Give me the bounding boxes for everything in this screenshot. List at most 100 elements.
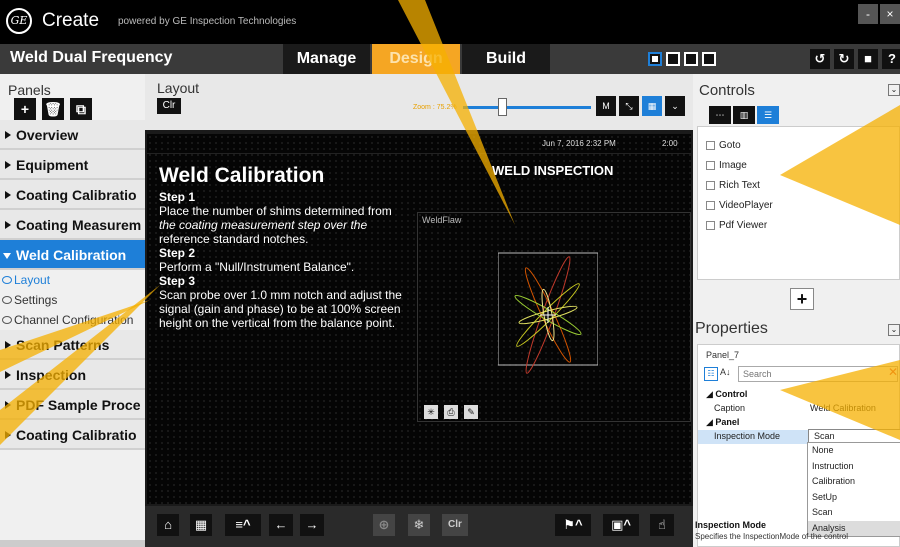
horizontal-scrollbar[interactable] [0, 540, 145, 547]
panel-item-coating-calibration-2[interactable]: Coating Calibratio [0, 420, 145, 450]
panel-item-overview[interactable]: Overview [0, 120, 145, 150]
controls-list: Goto Image Rich Text VideoPlayer Pdf Vie… [697, 126, 900, 280]
tab-build[interactable]: Build [462, 44, 550, 74]
clear-button[interactable]: Clr [157, 98, 181, 114]
inspection-mode-value: Scan [814, 431, 835, 441]
chevron-down-icon[interactable]: ⌄ [665, 96, 685, 116]
controls-collapse-icon[interactable]: ⌄ [888, 84, 900, 96]
panel-tools: + 🗑 ⧉ [14, 98, 92, 120]
control-item-videoplayer[interactable]: VideoPlayer [706, 195, 899, 215]
option-instruction[interactable]: Instruction [808, 459, 900, 475]
control-label: Pdf Viewer [719, 219, 768, 231]
list-view-icon[interactable]: ☰ [757, 106, 779, 124]
undo-icon[interactable]: ↺ [810, 49, 830, 69]
redo-icon[interactable]: ↻ [834, 49, 854, 69]
grid-menu-icon[interactable]: ▦ [190, 514, 212, 536]
option-setup[interactable]: SetUp [808, 490, 900, 506]
toolbar-actions: ↺ ↻ ■ ? [810, 49, 900, 69]
stage-bottom-bar: ⌂ ▦ ≡^ ← → ⊕ ❄ Clr ⚑^ ▣^ ☝ [145, 506, 693, 547]
tab-manage[interactable]: Manage [283, 44, 370, 74]
weld-inspection-heading: WELD INSPECTION [492, 163, 614, 178]
clear-stage-button[interactable]: Clr [442, 514, 468, 536]
help-icon[interactable]: ? [882, 49, 900, 69]
layout-option-3-icon[interactable] [684, 52, 698, 66]
close-button[interactable]: × [880, 4, 900, 24]
layout-single-icon[interactable] [648, 52, 662, 66]
property-search-input[interactable] [738, 366, 898, 382]
checkbox[interactable] [706, 220, 715, 230]
panel-item-weld-calibration[interactable]: Weld Calibration [0, 240, 145, 270]
subitem-layout[interactable]: Layout [0, 270, 145, 290]
arrow-right-icon[interactable]: → [300, 514, 324, 536]
tiles-view-icon[interactable]: ⋯ [709, 106, 731, 124]
pen-icon[interactable]: ✎ [464, 405, 478, 419]
minimize-button[interactable]: - [858, 4, 878, 24]
ge-logo: GE [6, 8, 32, 34]
chart-view-icon[interactable]: ▥ [733, 106, 755, 124]
camera-icon[interactable]: ▣^ [603, 514, 639, 536]
zoom-slider-handle[interactable] [498, 98, 508, 116]
option-none[interactable]: None [808, 443, 900, 459]
control-item-image[interactable]: Image [706, 155, 899, 175]
checkbox[interactable] [706, 200, 715, 210]
snowflake-button-icon[interactable]: ❄ [408, 514, 430, 536]
fit-screen-icon[interactable]: ⤡ [619, 96, 639, 116]
property-key: Inspection Mode [714, 431, 781, 441]
clear-search-icon[interactable]: ✕ [888, 365, 898, 379]
panel-stage[interactable]: Jun 7, 2016 2:32 PM 2:00 Weld Calibratio… [147, 134, 691, 504]
control-item-pdf-viewer[interactable]: Pdf Viewer [706, 215, 899, 235]
panel-item-equipment[interactable]: Equipment [0, 150, 145, 180]
arrow-left-icon[interactable]: ← [269, 514, 293, 536]
zoom-label: Zoom : 75.2% [413, 104, 457, 111]
layout-option-2-icon[interactable] [666, 52, 680, 66]
alphabetical-sort-icon[interactable]: A↓ [720, 367, 731, 377]
option-scan[interactable]: Scan [808, 505, 900, 521]
panel-item-scan-patterns[interactable]: Scan Patterns [0, 330, 145, 360]
grid-icon[interactable]: ▦ [642, 96, 662, 116]
category-control[interactable]: ◢ Control [706, 389, 747, 400]
properties-collapse-icon[interactable]: ⌄ [888, 324, 900, 336]
property-description-text: Specifies the InspectionMode of the cont… [695, 532, 848, 541]
printer-icon[interactable]: ⎙ [444, 405, 458, 419]
home-icon[interactable]: ⌂ [157, 514, 179, 536]
copy-panel-icon[interactable]: ⧉ [70, 98, 92, 120]
snowflake-icon[interactable]: ✳ [424, 405, 438, 419]
categorized-sort-icon[interactable]: ☷ [704, 367, 718, 381]
control-item-rich-text[interactable]: Rich Text [706, 175, 899, 195]
layout-option-4-icon[interactable] [702, 52, 716, 66]
step-1-line: reference standard notches. [159, 232, 309, 246]
control-item-goto[interactable]: Goto [706, 135, 899, 155]
panel-item-inspection[interactable]: Inspection [0, 360, 145, 390]
control-label: Image [719, 159, 747, 171]
list-menu-icon[interactable]: ≡^ [225, 514, 261, 536]
checkbox[interactable] [706, 160, 715, 170]
zoom-slider[interactable] [463, 106, 591, 109]
add-panel-icon[interactable]: + [14, 98, 36, 120]
panel-item-pdf-sample[interactable]: PDF Sample Proce [0, 390, 145, 420]
weldflaw-display[interactable]: WeldFlaw ✳ ⎙ ✎ [417, 212, 691, 422]
panel-item-coating-calibration[interactable]: Coating Calibratio [0, 180, 145, 210]
layout-header: Layout Clr Zoom : 75.2% M ⤡ ▦ ⌄ [145, 74, 693, 130]
tab-design[interactable]: Design [372, 44, 460, 74]
panel-title[interactable]: Weld Calibration [159, 164, 324, 188]
delete-panel-icon[interactable]: 🗑 [42, 98, 64, 120]
checkbox[interactable] [706, 180, 715, 190]
step-3-line: height on the vertical from the balance … [159, 316, 396, 330]
panel-item-coating-measurement[interactable]: Coating Measurem [0, 210, 145, 240]
touch-hand-icon[interactable]: ☝ [650, 514, 674, 536]
step-1-line: Place the number of shims determined fro… [159, 204, 392, 218]
step-1-heading: Step 1 [159, 190, 196, 204]
instruction-text[interactable]: Step 1 Place the number of shims determi… [159, 190, 404, 330]
probe-icon[interactable]: ⚑^ [555, 514, 591, 536]
margin-icon[interactable]: M [596, 96, 616, 116]
option-calibration[interactable]: Calibration [808, 474, 900, 490]
add-control-button[interactable]: + [790, 288, 814, 310]
subitem-channel-configuration[interactable]: Channel Configuration [0, 310, 145, 330]
app-name: Create [42, 10, 100, 31]
subitem-settings[interactable]: Settings [0, 290, 145, 310]
checkbox[interactable] [706, 140, 715, 150]
category-panel[interactable]: ◢ Panel [706, 417, 739, 428]
save-icon[interactable]: ■ [858, 49, 878, 69]
property-row-caption[interactable]: Caption Weld Calibration [698, 402, 900, 416]
target-icon[interactable]: ⊕ [373, 514, 395, 536]
